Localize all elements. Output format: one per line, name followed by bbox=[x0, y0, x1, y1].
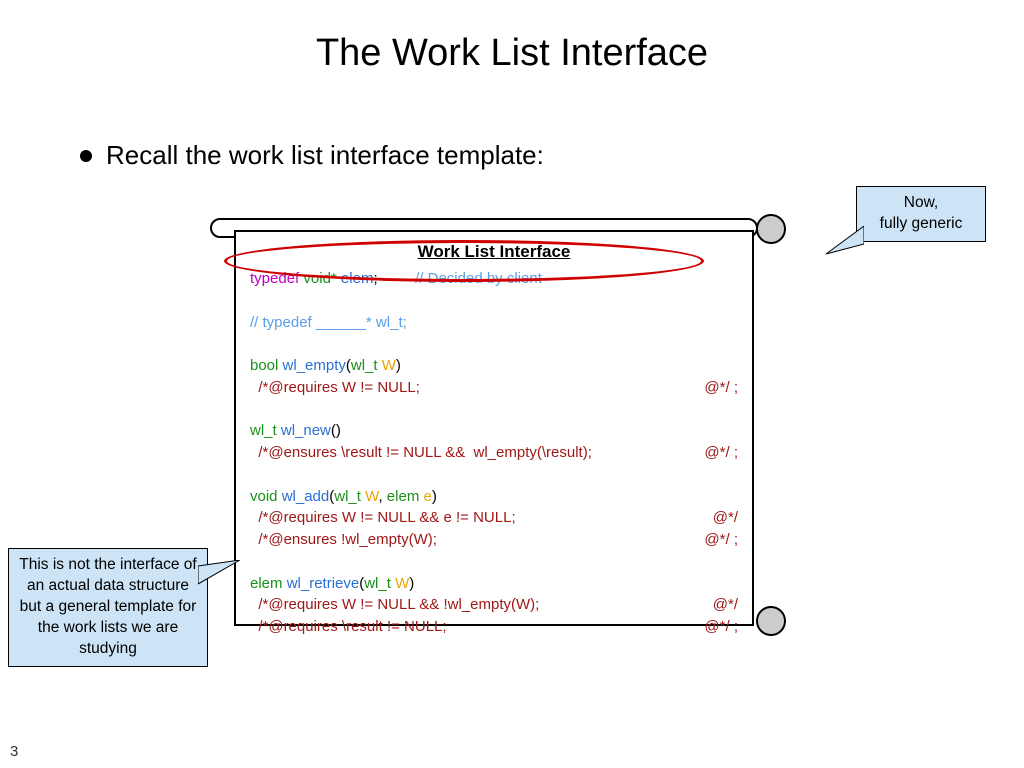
pn: W bbox=[365, 488, 378, 505]
callout-generic: Now, fully generic bbox=[856, 186, 986, 242]
blank bbox=[250, 333, 738, 355]
type-elem: elem bbox=[341, 270, 374, 287]
slide-title: The Work List Interface bbox=[0, 32, 1024, 75]
scroll-curl-bottom bbox=[756, 606, 786, 636]
sig-wl-new: wl_t wl_new() bbox=[250, 420, 738, 442]
bullet-item: Recall the work list interface template: bbox=[80, 140, 544, 171]
paren: ) bbox=[396, 357, 401, 374]
callout-template-note: This is not the interface of an actual d… bbox=[8, 548, 208, 667]
page-number: 3 bbox=[10, 743, 18, 760]
ret: bool bbox=[250, 357, 278, 374]
ens-end: @*/ ; bbox=[704, 442, 738, 464]
req: /*@requires W != NULL && e != NULL; bbox=[250, 509, 516, 526]
ens-end: @*/ ; bbox=[704, 529, 738, 551]
type-voidptr: void* bbox=[303, 270, 336, 287]
sig-wl-add: void wl_add(wl_t W, elem e) bbox=[250, 486, 738, 508]
pn2: e bbox=[423, 488, 431, 505]
paren: () bbox=[331, 422, 341, 439]
pn: W bbox=[382, 357, 396, 374]
pt2: elem bbox=[387, 488, 420, 505]
code-box: Work List Interface typedef void* elem; … bbox=[234, 230, 754, 626]
req: /*@requires W != NULL; bbox=[250, 379, 420, 396]
req-end: @*/ ; bbox=[704, 616, 738, 638]
callout-generic-text: Now, fully generic bbox=[880, 194, 963, 232]
sig-wl-retrieve: elem wl_retrieve(wl_t W) bbox=[250, 573, 738, 595]
bullet-marker bbox=[80, 150, 92, 162]
code-line-typedef-comment: // typedef ______* wl_t; bbox=[250, 312, 738, 334]
pt: wl_t bbox=[334, 488, 361, 505]
paren: ) bbox=[409, 575, 414, 592]
fn: wl_retrieve bbox=[287, 575, 360, 592]
code-line-typedef: typedef void* elem; // Decided by client bbox=[250, 268, 738, 290]
pt: wl_t bbox=[364, 575, 391, 592]
code-title: Work List Interface bbox=[250, 242, 738, 262]
ens: /*@ensures !wl_empty(W); bbox=[250, 531, 437, 548]
ens: /*@ensures \result != NULL && wl_empty(\… bbox=[250, 444, 592, 461]
req: /*@requires \result != NULL; bbox=[250, 618, 447, 635]
ret: void bbox=[250, 488, 278, 505]
slide: The Work List Interface Recall the work … bbox=[0, 0, 1024, 768]
contract-line: /*@requires W != NULL; @*/ ; bbox=[250, 377, 738, 399]
bullet-text: Recall the work list interface template: bbox=[106, 140, 544, 171]
semi: ; bbox=[373, 270, 377, 287]
callout-template-text: This is not the interface of an actual d… bbox=[19, 556, 196, 657]
contract-line: /*@ensures \result != NULL && wl_empty(\… bbox=[250, 442, 738, 464]
callout-tail-left bbox=[198, 560, 242, 590]
blank bbox=[250, 464, 738, 486]
code-scroll: Work List Interface typedef void* elem; … bbox=[234, 218, 770, 632]
contract-line: /*@requires \result != NULL; @*/ ; bbox=[250, 616, 738, 638]
contract-line: /*@ensures !wl_empty(W); @*/ ; bbox=[250, 529, 738, 551]
fn: wl_new bbox=[281, 422, 331, 439]
blank bbox=[250, 399, 738, 421]
comment-client: // Decided by client bbox=[415, 270, 542, 287]
pn: W bbox=[395, 575, 409, 592]
paren: ) bbox=[432, 488, 437, 505]
scroll-curl-top bbox=[756, 214, 786, 244]
req-end: @*/ ; bbox=[704, 377, 738, 399]
sig-wl-empty: bool wl_empty(wl_t W) bbox=[250, 355, 738, 377]
blank bbox=[250, 290, 738, 312]
kw-typedef: typedef bbox=[250, 270, 299, 287]
req: /*@requires W != NULL && !wl_empty(W); bbox=[250, 596, 539, 613]
contract-line: /*@requires W != NULL && !wl_empty(W); @*… bbox=[250, 594, 738, 616]
fn: wl_empty bbox=[283, 357, 346, 374]
ret: wl_t bbox=[250, 422, 277, 439]
blank bbox=[250, 551, 738, 573]
req-end: @*/ bbox=[713, 594, 738, 616]
ret: elem bbox=[250, 575, 283, 592]
callout-tail-right bbox=[824, 226, 864, 256]
contract-line: /*@requires W != NULL && e != NULL; @*/ bbox=[250, 507, 738, 529]
comma: , bbox=[378, 488, 386, 505]
pt: wl_t bbox=[351, 357, 378, 374]
req-end: @*/ bbox=[713, 507, 738, 529]
fn: wl_add bbox=[282, 488, 330, 505]
